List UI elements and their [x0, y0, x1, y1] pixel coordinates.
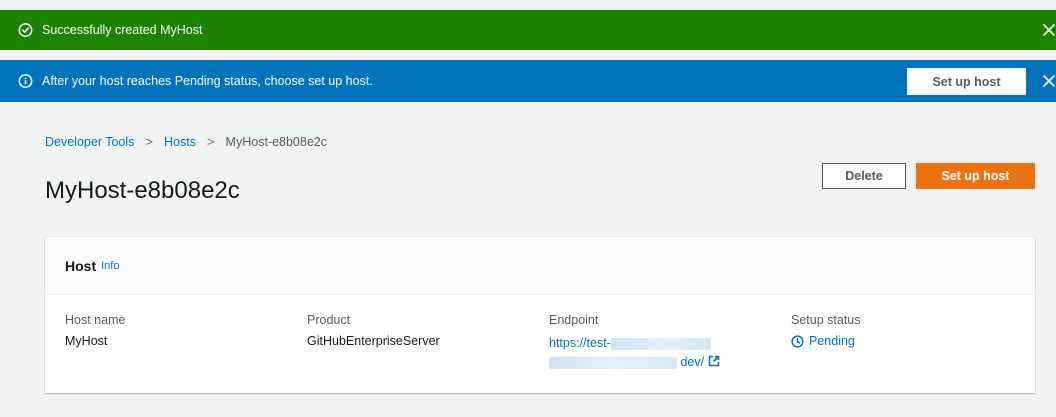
close-icon[interactable] [1042, 74, 1056, 88]
info-flash: After your host reaches Pending status, … [0, 60, 1056, 102]
info-circle-icon [18, 74, 33, 89]
card-header: Host Info [45, 237, 1035, 295]
breadcrumb-hosts[interactable]: Hosts [164, 135, 196, 149]
product-label: Product [307, 313, 351, 327]
endpoint-url-end: dev/ [680, 355, 705, 369]
status-value: Pending [809, 334, 855, 348]
breadcrumb-developer-tools[interactable]: Developer Tools [45, 135, 134, 149]
setup-status-label: Setup status [791, 313, 861, 327]
endpoint-label: Endpoint [549, 313, 599, 327]
product-value: GitHubEnterpriseServer [307, 334, 440, 348]
external-link-icon [708, 355, 720, 369]
host-name-column: Host name MyHost [65, 313, 125, 348]
redacted-text [549, 356, 677, 369]
check-circle-icon [18, 23, 33, 38]
breadcrumb-current: MyHost-e8b08e2c [225, 134, 327, 149]
product-column: Product GitHubEnterpriseServer [307, 313, 440, 348]
host-name-label: Host name [65, 313, 126, 327]
info-message: After your host reaches Pending status, … [42, 74, 373, 88]
endpoint-url-start: https://test- [549, 336, 611, 350]
breadcrumb-separator: > [145, 134, 153, 149]
flash-set-up-host-button[interactable]: Set up host [907, 68, 1026, 95]
page-title: MyHost-e8b08e2c [45, 177, 240, 204]
host-name-value: MyHost [65, 334, 108, 348]
endpoint-link[interactable]: https://test- dev/ [549, 334, 720, 372]
status-badge: Pending [791, 334, 861, 348]
success-message: Successfully created MyHost [42, 23, 203, 37]
set-up-host-button[interactable]: Set up host [916, 163, 1035, 189]
card-title: Host [65, 257, 97, 274]
host-details-card: Host Info Host name MyHost Product GitHu… [45, 237, 1035, 393]
redacted-text [610, 337, 711, 350]
delete-button[interactable]: Delete [822, 163, 906, 189]
setup-status-column: Setup status Pending [791, 313, 861, 348]
clock-icon [791, 334, 804, 348]
close-icon[interactable] [1042, 23, 1056, 37]
breadcrumb: Developer Tools > Hosts > MyHost-e8b08e2… [45, 134, 327, 149]
info-link[interactable]: Info [101, 260, 119, 272]
endpoint-column: Endpoint https://test- dev/ [549, 313, 720, 372]
breadcrumb-separator: > [206, 134, 215, 149]
success-flash: Successfully created MyHost [0, 10, 1056, 50]
